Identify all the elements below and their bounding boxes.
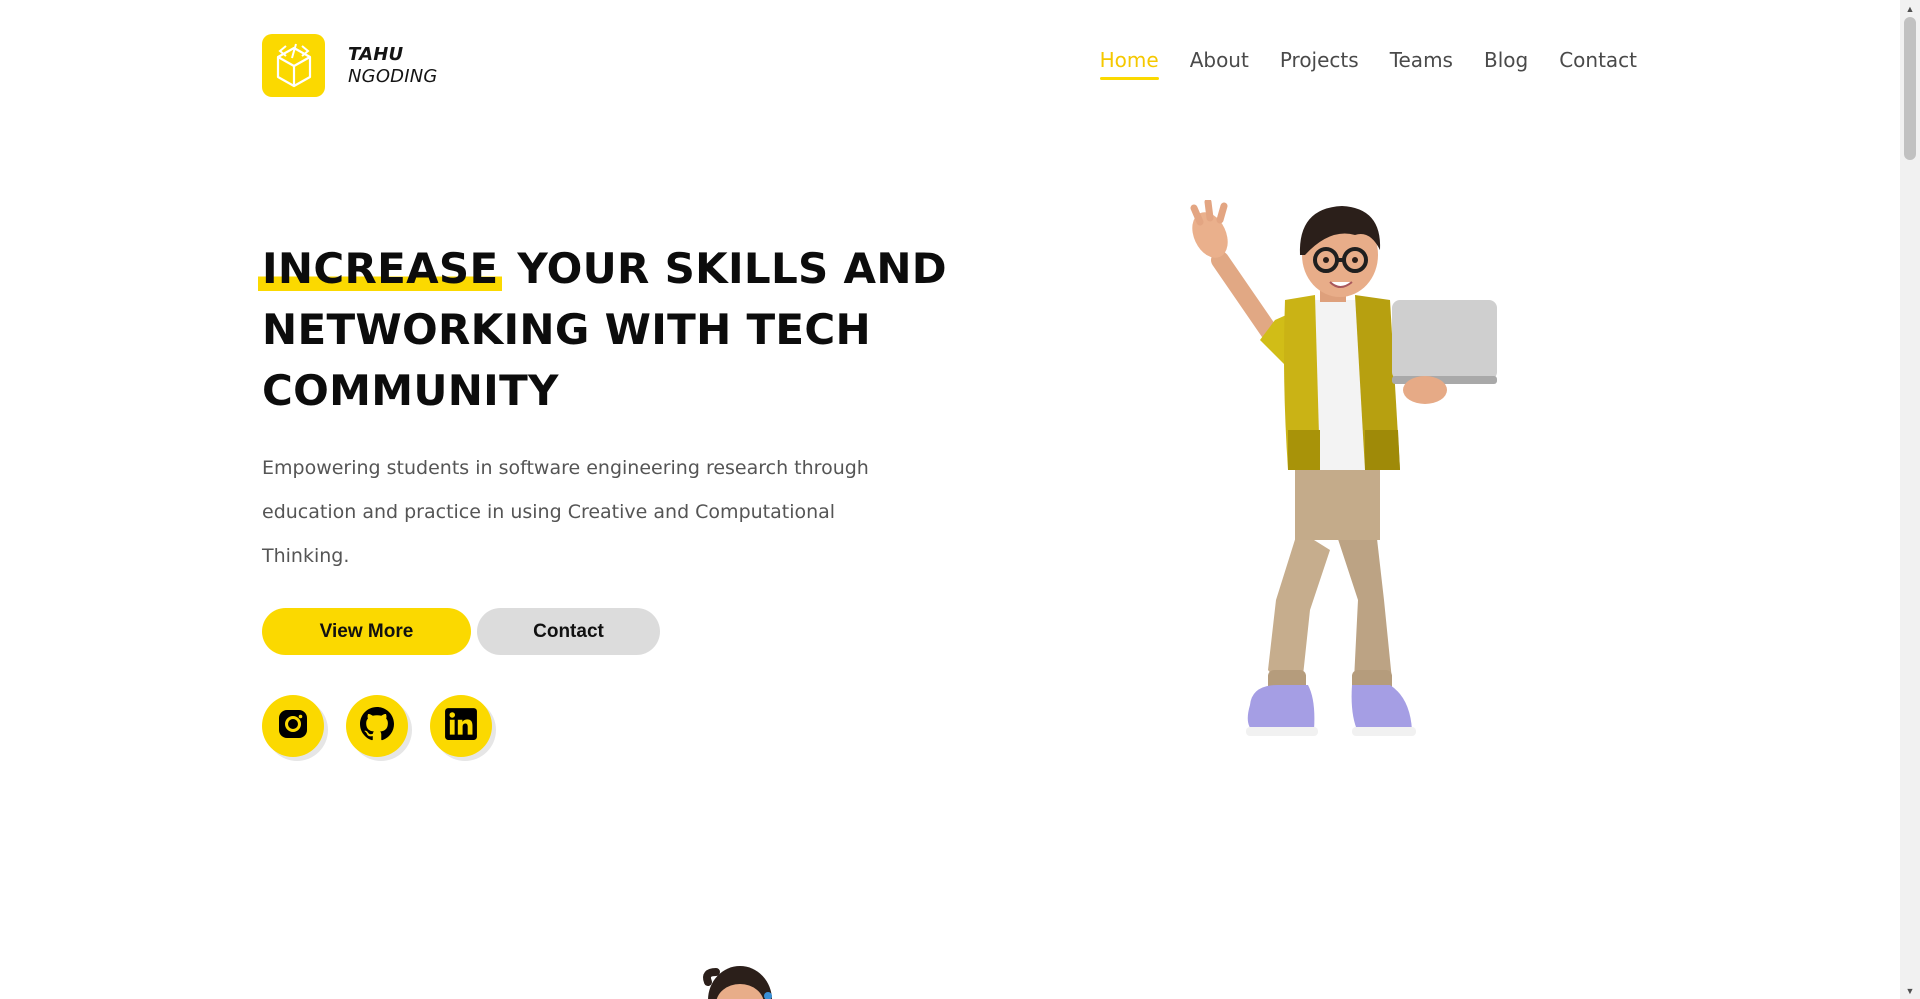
- main-nav: Home About Projects Teams Blog Contact: [1099, 48, 1637, 80]
- scrollbar-thumb[interactable]: [1904, 17, 1916, 160]
- nav-about[interactable]: About: [1190, 48, 1249, 80]
- hero-illustration: [1180, 198, 1520, 765]
- linkedin-link[interactable]: [430, 695, 492, 757]
- nav-home[interactable]: Home: [1099, 48, 1159, 80]
- linkedin-icon: [444, 707, 478, 746]
- nav-teams[interactable]: Teams: [1390, 48, 1453, 80]
- page: TAHU NGODING Home About Projects Teams B…: [0, 0, 1900, 999]
- code-cube-icon: [262, 34, 325, 97]
- hero-headline: INCREASE YOUR SKILLS AND NETWORKING WITH…: [258, 238, 962, 421]
- brand-logo[interactable]: TAHU NGODING: [262, 34, 438, 97]
- brand-line-1: TAHU: [348, 43, 404, 65]
- nav-projects[interactable]: Projects: [1280, 48, 1359, 80]
- brand-line-2: NGODING: [348, 65, 438, 87]
- view-more-button[interactable]: View More: [262, 608, 471, 655]
- nav-blog[interactable]: Blog: [1484, 48, 1528, 80]
- section-illustration: [700, 960, 780, 999]
- nav-contact[interactable]: Contact: [1559, 48, 1637, 80]
- scroll-down-arrow-icon[interactable]: ▼: [1900, 982, 1920, 999]
- brand-name: TAHU NGODING: [348, 44, 438, 88]
- page-scrollbar[interactable]: ▲ ▼: [1900, 0, 1920, 999]
- instagram-icon: [277, 708, 309, 745]
- instagram-link[interactable]: [262, 695, 324, 757]
- headline-highlight: INCREASE: [258, 244, 503, 293]
- hero-subtitle: Empowering students in software engineer…: [262, 457, 869, 567]
- github-icon: [360, 706, 394, 746]
- contact-button[interactable]: Contact: [477, 608, 660, 655]
- scroll-up-arrow-icon[interactable]: ▲: [1900, 0, 1920, 17]
- github-link[interactable]: [346, 695, 408, 757]
